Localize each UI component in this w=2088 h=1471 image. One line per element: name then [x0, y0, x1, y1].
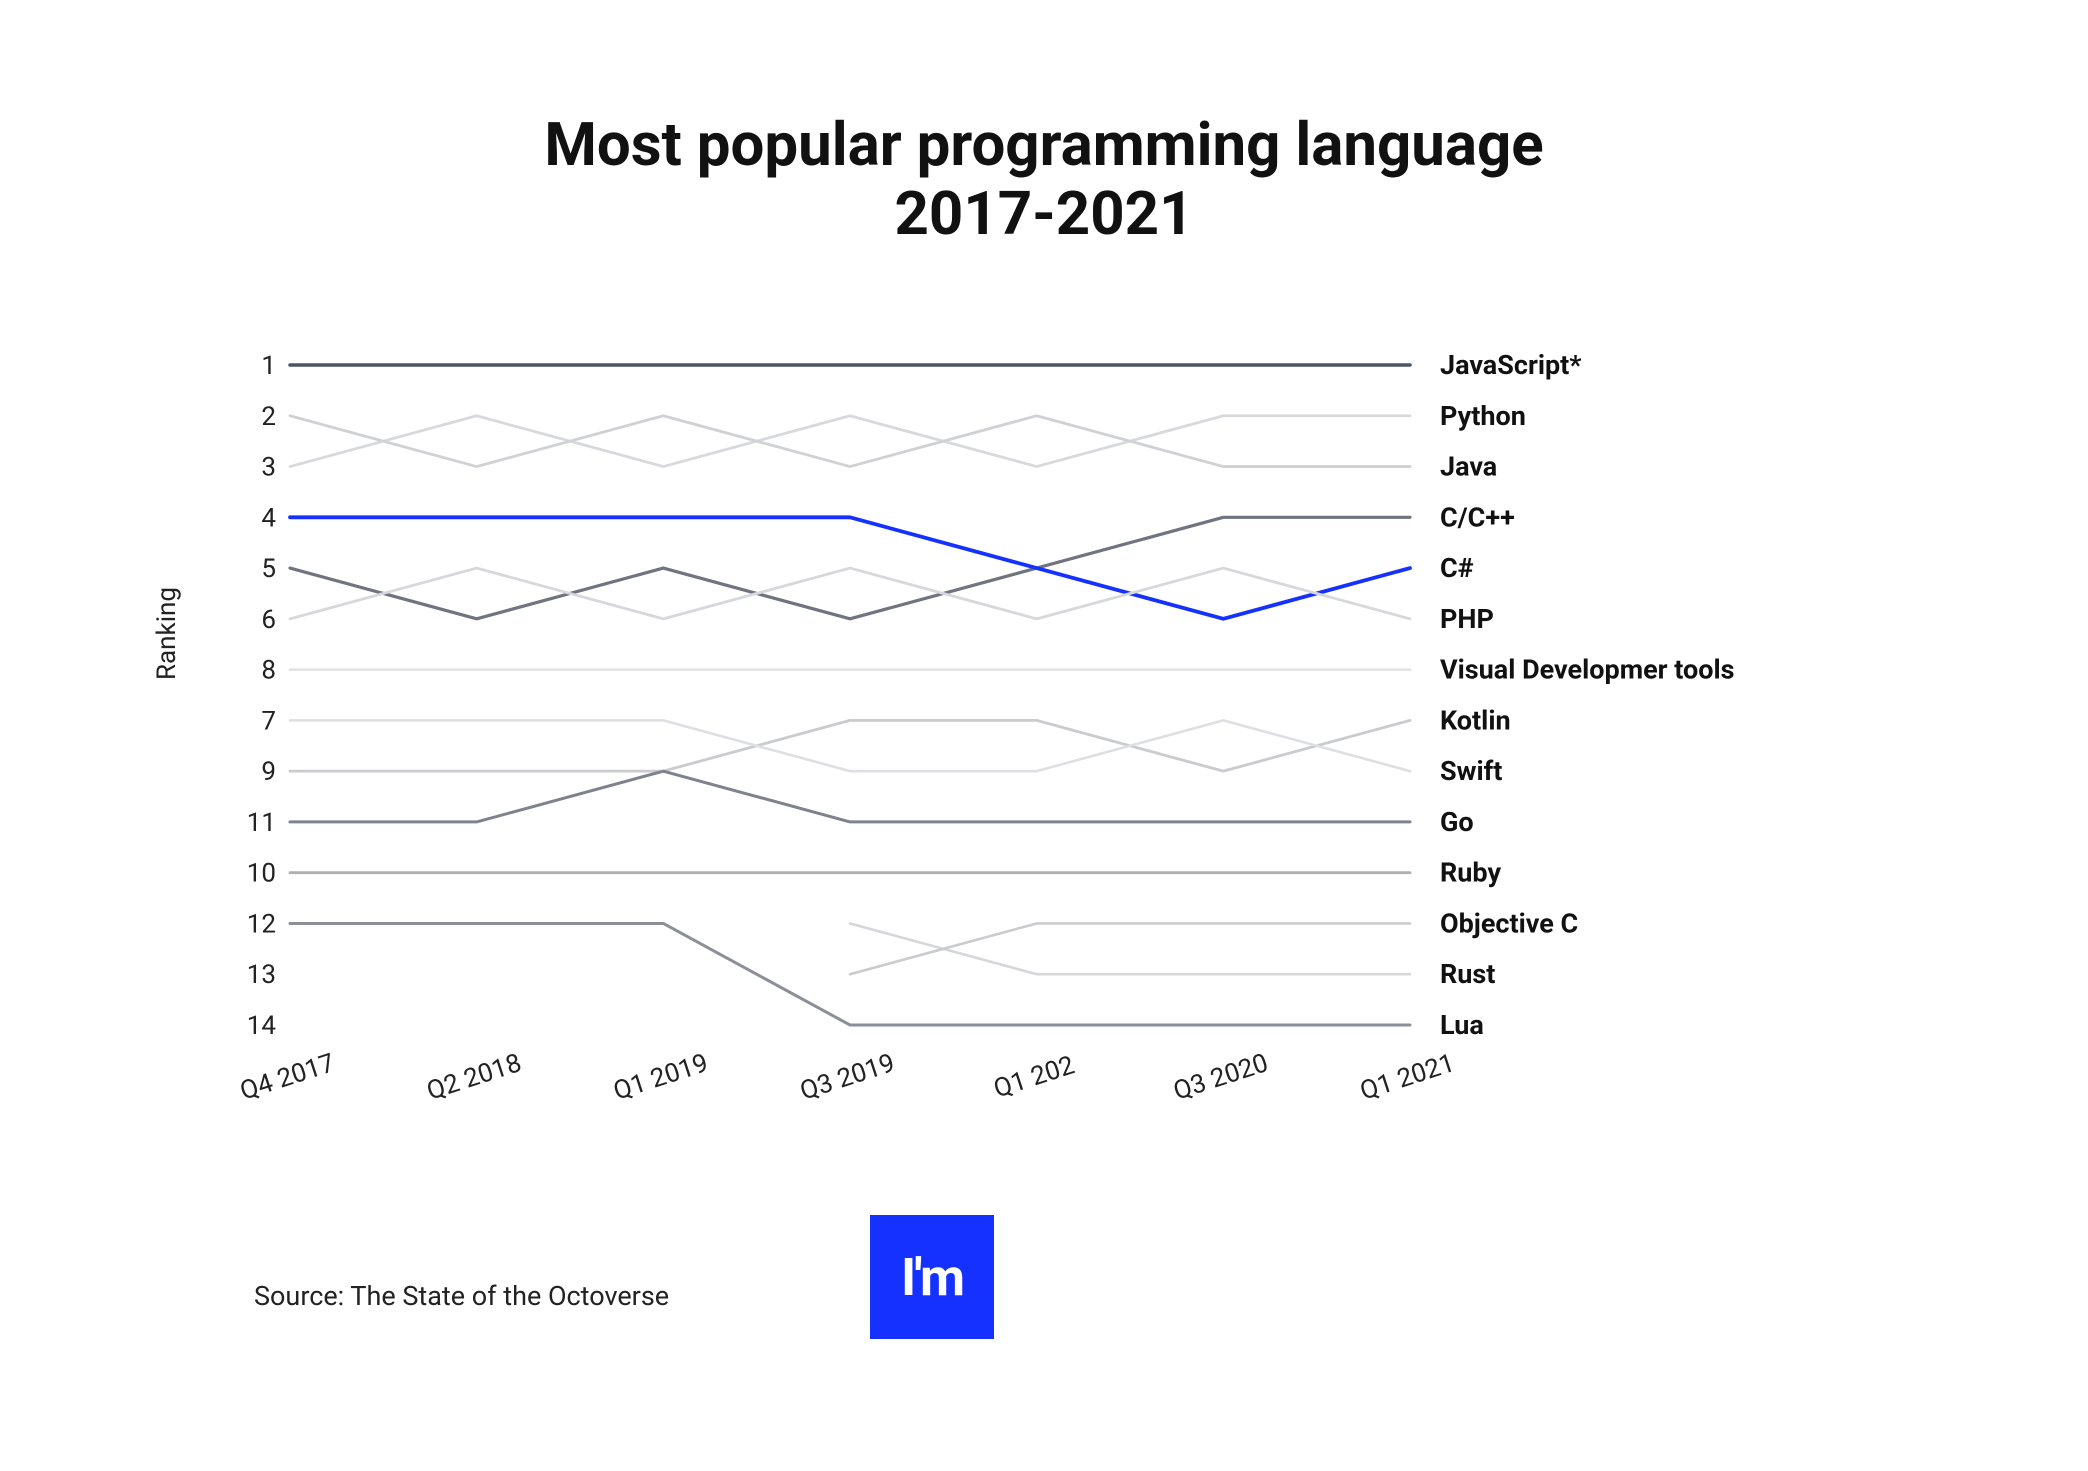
y-tick-label: 12 [247, 909, 276, 939]
chart-area: 1234568791110121314JavaScript*PythonJava… [230, 345, 1870, 1125]
title-line-2: 2017-2021 [894, 178, 1193, 249]
logo-badge: I'm [870, 1215, 994, 1339]
y-tick-label: 3 [261, 453, 276, 483]
series-line [290, 720, 1410, 771]
y-tick-label: 8 [261, 656, 276, 686]
y-tick-label: 4 [261, 503, 276, 533]
page: Most popular programming language 2017-2… [0, 0, 2088, 1471]
x-tick-label: Q3 2019 [797, 1048, 899, 1107]
series-label: Kotlin [1440, 704, 1511, 736]
series-label: C# [1440, 552, 1474, 584]
logo-text: I'm [901, 1247, 963, 1308]
series-line [290, 568, 1410, 619]
y-tick-label: 2 [261, 402, 276, 432]
source-text: Source: The State of the Octoverse [254, 1280, 669, 1312]
series-label: Swift [1440, 755, 1502, 787]
x-tick-label: Q4 2017 [237, 1048, 339, 1107]
y-tick-label: 10 [247, 859, 276, 889]
y-tick-label: 6 [261, 605, 276, 635]
x-tick-label: Q2 2018 [423, 1048, 525, 1107]
series-line [290, 720, 1410, 771]
series-label: Rust [1440, 958, 1495, 990]
series-line [290, 416, 1410, 467]
series-label: Lua [1440, 1009, 1484, 1041]
x-tick-label: Q1 202 [990, 1050, 1078, 1104]
series-label: Visual Developmer tools [1440, 654, 1735, 686]
chart-title: Most popular programming language 2017-2… [0, 110, 2088, 248]
series-label: Java [1440, 451, 1497, 483]
x-tick-label: Q1 2021 [1357, 1048, 1459, 1107]
series-line [290, 416, 1410, 467]
y-tick-label: 7 [261, 706, 276, 736]
y-tick-label: 5 [261, 554, 276, 584]
title-line-1: Most popular programming language [544, 109, 1543, 180]
series-line [290, 771, 1410, 822]
series-label: C/C++ [1440, 501, 1515, 533]
series-label: Go [1440, 806, 1474, 838]
series-line [850, 923, 1410, 974]
x-tick-label: Q3 2020 [1170, 1048, 1272, 1107]
y-tick-label: 13 [247, 960, 276, 990]
y-tick-label: 14 [247, 1011, 277, 1041]
series-label: Objective C [1440, 907, 1578, 939]
series-line [850, 923, 1410, 974]
series-label: Ruby [1440, 857, 1501, 889]
bump-chart-svg: 1234568791110121314JavaScript*PythonJava… [230, 345, 1870, 1125]
x-tick-label: Q1 2019 [610, 1048, 712, 1107]
y-axis-label: Ranking [152, 587, 182, 680]
y-tick-label: 9 [261, 757, 276, 787]
series-label: Python [1440, 400, 1526, 432]
series-label: JavaScript* [1440, 349, 1582, 381]
series-label: PHP [1440, 603, 1494, 635]
y-tick-label: 1 [261, 351, 276, 381]
y-tick-label: 11 [247, 808, 276, 838]
